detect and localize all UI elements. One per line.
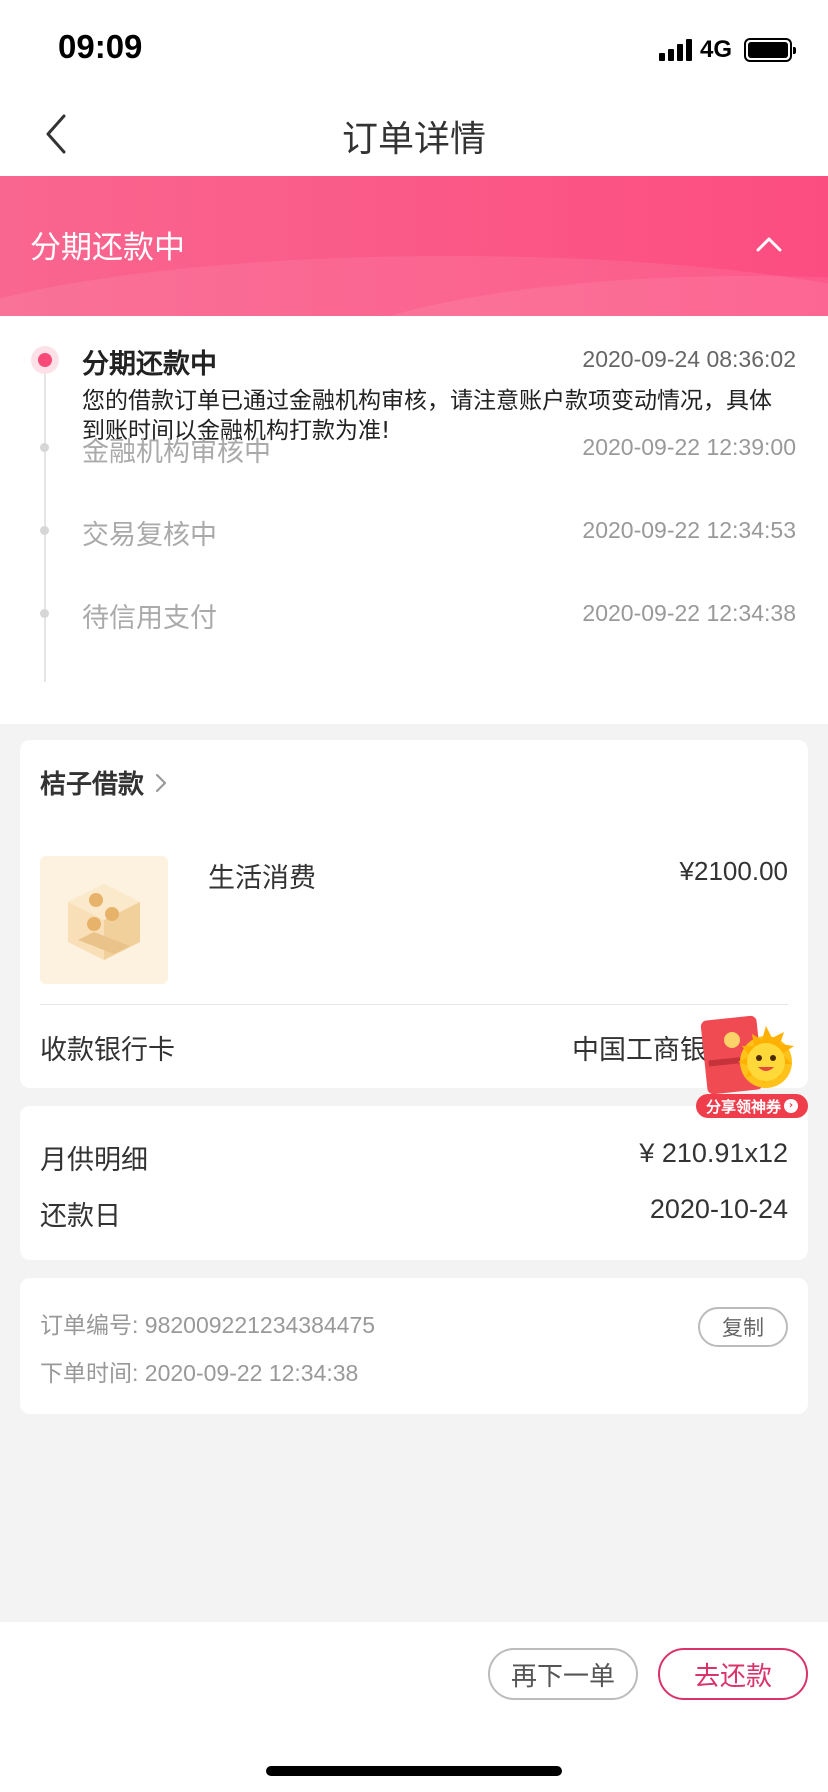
product-card: 桔子借款 生活消费 ¥2100.00 收款银行卡 中国工商银行 bbox=[20, 740, 808, 1088]
status-bar: 09:09 4G bbox=[0, 0, 828, 96]
copy-button[interactable]: 复制 bbox=[698, 1307, 788, 1347]
timeline-time: 2020-09-24 08:36:02 bbox=[582, 346, 796, 372]
product-name: 生活消费 bbox=[208, 863, 316, 894]
page-title: 订单详情 bbox=[341, 119, 486, 160]
timeline-label: 待信用支付 bbox=[82, 603, 217, 634]
product-thumbnail bbox=[40, 856, 168, 984]
repay-button[interactable]: 去还款 bbox=[658, 1648, 808, 1700]
home-indicator[interactable] bbox=[266, 1766, 562, 1776]
promo-label-text: 分享领神券 bbox=[705, 1097, 781, 1116]
timeline-label: 金融机构审核中 bbox=[82, 437, 271, 468]
bank-card-label: 收款银行卡 bbox=[40, 1035, 175, 1066]
banner-title: 分期还款中 bbox=[30, 230, 185, 266]
divider bbox=[40, 1004, 788, 1005]
signal-icon bbox=[658, 39, 692, 61]
status-banner: 分期还款中 bbox=[0, 176, 828, 316]
timeline-label: 交易复核中 bbox=[82, 520, 217, 551]
reorder-button[interactable]: 再下一单 bbox=[488, 1648, 638, 1700]
monthly-payment-value: ¥ 210.91x12 bbox=[639, 1138, 788, 1168]
order-info-card: 订单编号: 982009221234384475 下单时间: 2020-09-2… bbox=[20, 1278, 808, 1414]
timeline-time: 2020-09-22 12:34:38 bbox=[582, 600, 796, 626]
nav-bar: 订单详情 bbox=[0, 96, 828, 176]
due-date-label: 还款日 bbox=[40, 1201, 121, 1232]
status-time: 09:09 bbox=[58, 28, 143, 65]
battery-icon bbox=[744, 38, 796, 62]
due-date-value: 2020-10-24 bbox=[649, 1194, 788, 1224]
coin-box-icon bbox=[68, 884, 140, 960]
order-time: 下单时间: 2020-09-22 12:34:38 bbox=[40, 1360, 359, 1386]
repayment-card: 月供明细 ¥ 210.91x12 还款日 2020-10-24 bbox=[20, 1106, 808, 1260]
collapse-button[interactable] bbox=[754, 232, 784, 256]
timeline-time: 2020-09-22 12:39:00 bbox=[582, 434, 796, 460]
merchant-link[interactable]: 桔子借款 bbox=[40, 764, 168, 801]
bottom-action-bar: 再下一单 去还款 bbox=[0, 1622, 828, 1792]
active-dot-icon bbox=[31, 346, 59, 374]
network-type: 4G bbox=[699, 36, 732, 63]
timeline-dot-icon bbox=[40, 609, 49, 618]
share-coupon-promo[interactable]: 分享领神券 › bbox=[694, 1012, 810, 1122]
product-price: ¥2100.00 bbox=[679, 856, 788, 886]
red-envelope-icon bbox=[700, 1015, 794, 1095]
monthly-payment-label: 月供明细 bbox=[40, 1145, 148, 1176]
order-number: 订单编号: 982009221234384475 bbox=[40, 1312, 376, 1338]
timeline-time: 2020-09-22 12:34:53 bbox=[582, 517, 796, 543]
chevron-up-icon bbox=[756, 237, 782, 252]
promo-label: 分享领神券 › bbox=[696, 1094, 808, 1118]
status-indicators: 4G bbox=[658, 36, 796, 64]
arrow-right-icon: › bbox=[784, 1099, 798, 1113]
timeline-line bbox=[44, 364, 46, 682]
chevron-right-icon bbox=[155, 773, 167, 792]
merchant-name: 桔子借款 bbox=[40, 770, 145, 800]
timeline-dot-icon bbox=[40, 526, 49, 535]
timeline-label: 分期还款中 bbox=[82, 349, 217, 380]
order-timeline: 分期还款中 2020-09-24 08:36:02 您的借款订单已通过金融机构审… bbox=[0, 316, 828, 724]
timeline-dot-icon bbox=[40, 443, 49, 452]
